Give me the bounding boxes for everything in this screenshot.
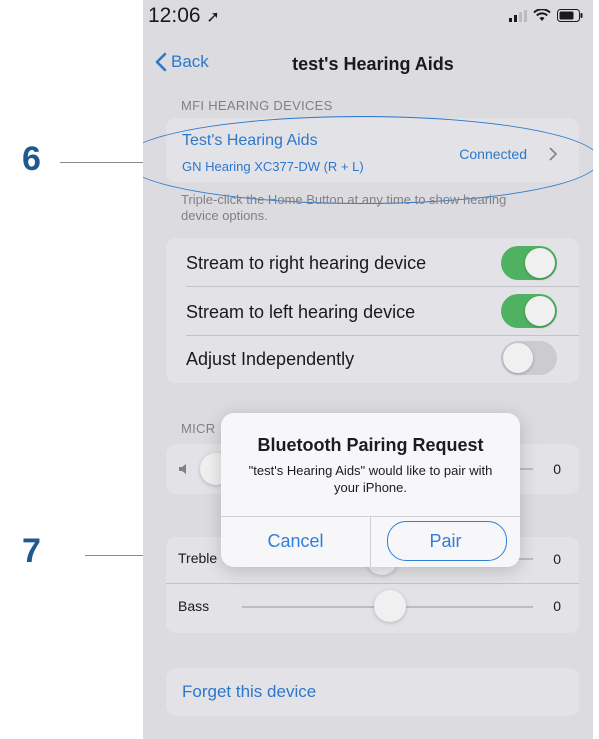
adjust-independently-toggle[interactable] [501, 341, 557, 375]
status-icons [509, 9, 583, 22]
treble-label: Treble [178, 550, 218, 566]
forget-device-button[interactable]: Forget this device [166, 668, 579, 716]
page-title: test's Hearing Aids [292, 54, 454, 74]
row-separator [166, 583, 579, 584]
cellular-signal-icon [509, 9, 527, 22]
status-bar: 12:06 ➚ [143, 0, 593, 32]
callout-number-7: 7 [22, 532, 41, 570]
phone-screen: 12:06 ➚ Back test's Hearing Aids MFI HEA… [143, 0, 593, 739]
toggle-knob [525, 296, 555, 326]
stream-right-label: Stream to right hearing device [186, 253, 427, 273]
bass-value: 0 [553, 598, 561, 614]
stream-left-row: Stream to left hearing device [166, 287, 579, 335]
speaker-icon [179, 464, 186, 474]
callout-line-7 [85, 555, 145, 556]
streaming-settings-card: Stream to right hearing device Stream to… [166, 238, 579, 383]
microphone-section-header: MICR [181, 421, 216, 436]
stream-left-toggle[interactable] [501, 294, 557, 328]
navigation-bar: Back test's Hearing Aids [143, 44, 593, 88]
treble-value: 0 [553, 551, 561, 567]
adjust-independently-label: Adjust Independently [186, 349, 355, 369]
mfi-footer-text: Triple-click the Home Button at any time… [181, 192, 507, 223]
callout-line-6 [60, 162, 145, 163]
wifi-icon [533, 9, 551, 21]
microphone-value: 0 [553, 461, 561, 477]
forget-device-label: Forget this device [182, 682, 317, 701]
pair-highlight-outline [387, 521, 507, 561]
battery-icon [557, 9, 583, 22]
status-time: 12:06 ➚ [148, 4, 220, 27]
dialog-message: "test's Hearing Aids" would like to pair… [248, 463, 493, 495]
mfi-section-header: MFI HEARING DEVICES [181, 98, 333, 113]
stream-right-row: Stream to right hearing device [166, 238, 579, 286]
stream-left-label: Stream to left hearing device [186, 302, 416, 322]
bass-label: Bass [178, 598, 210, 614]
adjust-independently-row: Adjust Independently [166, 336, 579, 383]
bass-slider-thumb[interactable] [374, 590, 406, 622]
callout-number-6: 6 [22, 140, 41, 178]
dialog-title: Bluetooth Pairing Request [257, 435, 484, 455]
cancel-button[interactable]: Cancel [221, 516, 370, 567]
toggle-knob [525, 248, 555, 278]
toggle-knob [503, 343, 533, 373]
location-arrow-icon: ➚ [206, 9, 220, 26]
device-highlight-circle [143, 116, 593, 204]
stream-right-toggle[interactable] [501, 246, 557, 280]
